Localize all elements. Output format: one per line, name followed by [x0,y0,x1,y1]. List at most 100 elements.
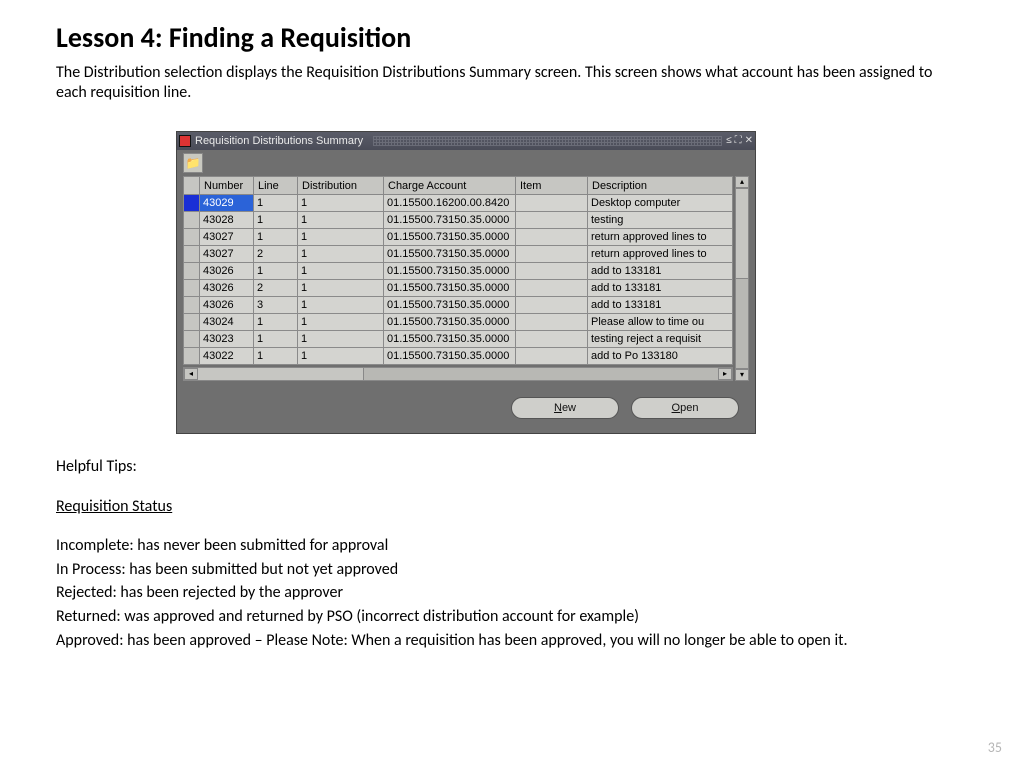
scroll-left-icon[interactable]: ◂ [184,368,198,380]
scroll-up-icon[interactable]: ▴ [735,176,749,188]
col-number[interactable]: Number [200,177,254,195]
cell[interactable]: 1 [254,229,298,246]
cell[interactable]: 43024 [200,314,254,331]
cell[interactable]: 1 [254,314,298,331]
cell[interactable]: add to 133181 [588,297,733,314]
table-row[interactable]: 430291101.15500.16200.00.8420Desktop com… [184,195,733,212]
cell[interactable]: 1 [254,348,298,365]
table-row[interactable]: 430263101.15500.73150.35.0000 add to 1331… [184,297,733,314]
cell[interactable]: add to Po 133180 [588,348,733,365]
maximize-icon[interactable]: ⛶ [735,136,742,146]
cell[interactable]: 01.15500.73150.35.0000 [384,263,516,280]
cell[interactable]: 01.15500.73150.35.0000 [384,348,516,365]
table-row[interactable]: 430261101.15500.73150.35.0000add to 1331… [184,263,733,280]
cell[interactable]: 43023 [200,331,254,348]
cell[interactable]: 01.15500.16200.00.8420 [384,195,516,212]
row-handle[interactable] [184,246,200,263]
cell[interactable]: testing [588,212,733,229]
cell[interactable]: 43022 [200,348,254,365]
row-handle[interactable] [184,212,200,229]
scroll-down-icon[interactable]: ▾ [735,369,749,381]
cell[interactable]: 1 [298,297,384,314]
table-row[interactable]: 430262101.15500.73150.35.0000 add to 1331… [184,280,733,297]
cell[interactable] [516,246,588,263]
cell[interactable]: 2 [254,246,298,263]
table-row[interactable]: 430271101.15500.73150.35.0000return appr… [184,229,733,246]
cell[interactable]: testing reject a requisit [588,331,733,348]
horizontal-scrollbar[interactable]: ◂ ▸ [183,367,733,381]
cell[interactable]: 1 [254,195,298,212]
cell[interactable] [516,331,588,348]
cell[interactable]: 01.15500.73150.35.0000 [384,297,516,314]
window-button-row: New Open [177,385,755,433]
cell[interactable] [516,263,588,280]
col-item[interactable]: Item [516,177,588,195]
table-row[interactable]: 430231101.15500.73150.35.0000testing rej… [184,331,733,348]
cell[interactable]: 43026 [200,280,254,297]
row-handle[interactable] [184,280,200,297]
cell[interactable]: 1 [298,229,384,246]
cell[interactable]: 01.15500.73150.35.0000 [384,246,516,263]
col-charge-account[interactable]: Charge Account [384,177,516,195]
minimize-icon[interactable]: ≤ [726,136,732,146]
cell[interactable]: 3 [254,297,298,314]
vertical-scrollbar[interactable]: ▴ ▾ [735,176,749,381]
cell[interactable]: 2 [254,280,298,297]
close-icon[interactable]: ✕ [745,136,753,146]
open-button[interactable]: Open [631,397,739,419]
row-handle[interactable] [184,195,200,212]
col-distribution[interactable]: Distribution [298,177,384,195]
cell[interactable]: 1 [298,348,384,365]
table-row[interactable]: 430241101.15500.73150.35.0000Please allo… [184,314,733,331]
cell[interactable] [516,280,588,297]
cell[interactable]: return approved lines to [588,246,733,263]
cell[interactable]: 43026 [200,263,254,280]
table-row[interactable]: 430281101.15500.73150.35.0000testing [184,212,733,229]
folder-tool-icon[interactable]: 📁 [183,153,203,173]
cell[interactable]: 01.15500.73150.35.0000 [384,280,516,297]
cell[interactable]: 43027 [200,246,254,263]
row-handle[interactable] [184,314,200,331]
row-handle[interactable] [184,297,200,314]
cell[interactable]: 43027 [200,229,254,246]
cell[interactable]: 43028 [200,212,254,229]
cell[interactable]: Desktop computer [588,195,733,212]
cell[interactable] [516,212,588,229]
cell[interactable]: 01.15500.73150.35.0000 [384,314,516,331]
cell[interactable]: 43029 [200,195,254,212]
cell[interactable] [516,195,588,212]
cell[interactable]: 1 [298,195,384,212]
cell[interactable]: 1 [254,212,298,229]
cell[interactable]: 1 [254,263,298,280]
scroll-right-icon[interactable]: ▸ [718,368,732,380]
row-handle[interactable] [184,229,200,246]
cell[interactable]: Please allow to time ou [588,314,733,331]
table-row[interactable]: 430272101.15500.73150.35.0000 return appr… [184,246,733,263]
col-description[interactable]: Description [588,177,733,195]
cell[interactable]: 1 [298,314,384,331]
cell[interactable]: 01.15500.73150.35.0000 [384,229,516,246]
cell[interactable]: 1 [298,280,384,297]
cell[interactable]: 43026 [200,297,254,314]
cell[interactable]: 1 [254,331,298,348]
cell[interactable]: 1 [298,246,384,263]
cell[interactable]: 1 [298,263,384,280]
cell[interactable] [516,348,588,365]
cell[interactable]: 01.15500.73150.35.0000 [384,331,516,348]
distributions-grid[interactable]: Number Line Distribution Charge Account … [183,176,733,365]
cell[interactable]: 1 [298,331,384,348]
cell[interactable]: 01.15500.73150.35.0000 [384,212,516,229]
row-handle[interactable] [184,348,200,365]
cell[interactable] [516,297,588,314]
cell[interactable] [516,314,588,331]
cell[interactable]: add to 133181 [588,280,733,297]
cell[interactable] [516,229,588,246]
cell[interactable]: 1 [298,212,384,229]
row-handle[interactable] [184,331,200,348]
new-button[interactable]: New [511,397,619,419]
cell[interactable]: return approved lines to [588,229,733,246]
cell[interactable]: add to 133181 [588,263,733,280]
col-line[interactable]: Line [254,177,298,195]
row-handle[interactable] [184,263,200,280]
table-row[interactable]: 430221101.15500.73150.35.0000add to Po 1… [184,348,733,365]
